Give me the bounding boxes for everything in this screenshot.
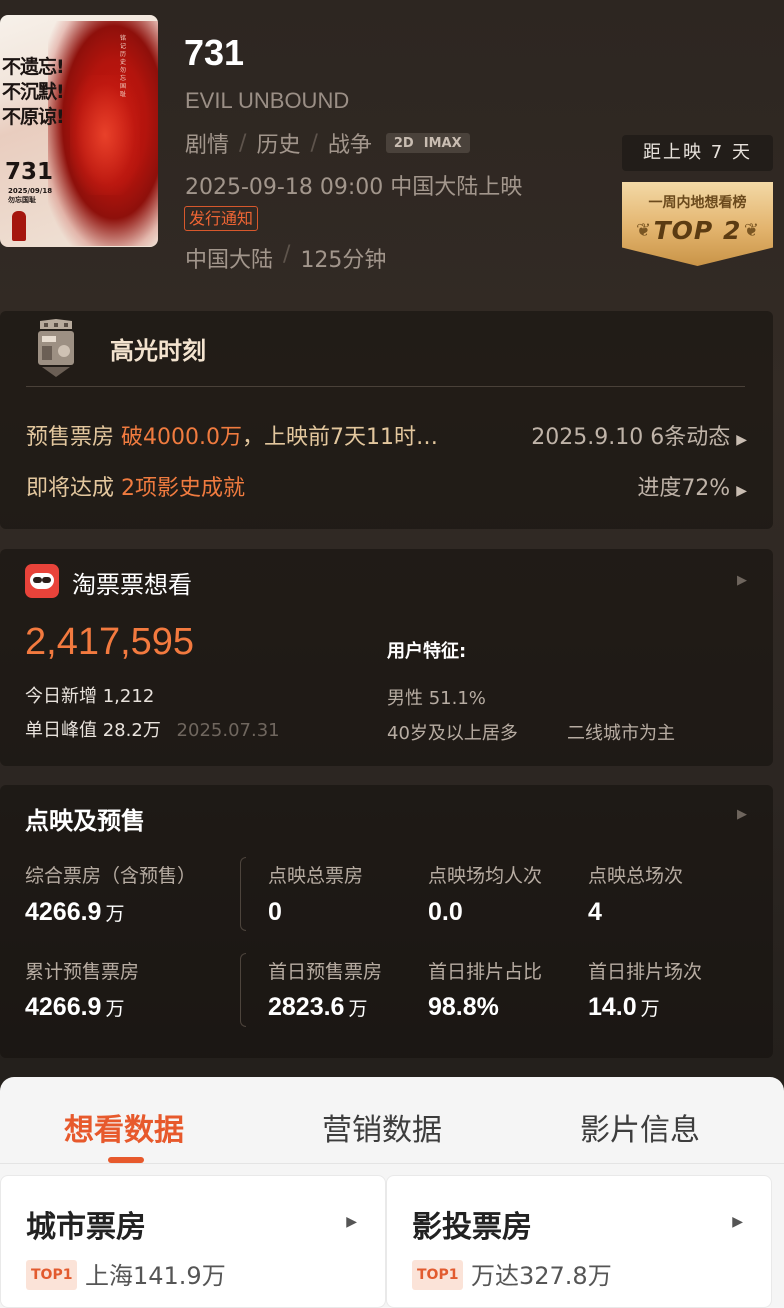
cinema-boxoffice-title: 影投票房: [412, 1210, 532, 1245]
poster-figure: [12, 211, 26, 241]
movie-genres: 剧情 / 历史 / 战争 2D IMAX: [185, 127, 470, 159]
rank-badge[interactable]: 一周内地想看榜 ❦ TOP 2 ❦: [622, 182, 773, 266]
metric-value: 4266.9 万: [25, 898, 125, 926]
metric-label: 综合票房（含预售）: [25, 865, 197, 887]
play-arrow-icon: ▶: [736, 432, 747, 448]
metric-label: 点映总场次: [588, 865, 684, 887]
play-arrow-icon: ▶: [736, 483, 747, 499]
separator: /: [283, 242, 291, 267]
movie-duration: 125分钟: [300, 248, 387, 273]
highlight-value: 2项影史成就: [121, 476, 245, 501]
group-bracket: [240, 857, 246, 931]
trait-age: 40岁及以上居多: [387, 723, 518, 744]
metric-value: 98.8%: [428, 993, 499, 1021]
highlights-title: 高光时刻: [110, 337, 206, 365]
release-countdown: 距上映 7 天: [622, 135, 773, 171]
cinema-boxoffice-value: 万达327.8万: [471, 1262, 612, 1290]
top1-tag: TOP1: [412, 1260, 464, 1290]
presale-title: 点映及预售: [25, 807, 145, 835]
tab-want-data[interactable]: 想看数据: [64, 1105, 184, 1149]
highlight-updates: 2025.9.10 6条动态 ▶: [531, 425, 747, 450]
poster-number: 731: [5, 159, 54, 185]
movie-english-title: EVIL UNBOUND: [185, 88, 350, 113]
film-clapper-icon: [38, 319, 74, 377]
want-count: 2,417,595: [25, 621, 195, 663]
genre-history: 历史: [256, 133, 301, 158]
top1-tag: TOP1: [26, 1260, 78, 1290]
taopiaopiao-logo-icon: [25, 564, 59, 598]
poster-vertical-text: 铭记历史 勿忘国耻: [120, 35, 127, 98]
highlight-progress: 进度72% ▶: [637, 476, 747, 501]
want-to-see-card[interactable]: 淘票票想看 ▶ 2,417,595 今日新增 1,212 单日峰值 28.2万 …: [0, 549, 773, 766]
city-boxoffice-value: 上海141.9万: [85, 1262, 226, 1290]
chevron-right-icon: ▶: [346, 1214, 357, 1230]
poster-date: 2025/09/18 勿忘国耻: [8, 187, 53, 204]
metric-label: 首日排片场次: [588, 961, 703, 983]
want-title: 淘票票想看: [72, 571, 192, 599]
city-boxoffice-card[interactable]: 城市票房 ▶ TOP1 上海141.9万: [0, 1175, 386, 1308]
metric-label: 首日排片占比: [428, 961, 543, 983]
trait-gender: 男性 51.1%: [387, 688, 486, 709]
cinema-boxoffice-card[interactable]: 影投票房 ▶ TOP1 万达327.8万: [386, 1175, 772, 1308]
laurel-right-icon: ❦: [743, 220, 759, 241]
peak-date: 2025.07.31: [176, 720, 280, 741]
highlight-text: ，上映前7天11时…: [241, 425, 438, 450]
group-bracket: [240, 953, 246, 1027]
separator: /: [310, 130, 318, 156]
city-boxoffice-title: 城市票房: [26, 1210, 146, 1245]
metric-value: 14.0 万: [588, 993, 660, 1021]
metric-label: 点映场均人次: [428, 865, 543, 887]
metric-label: 首日预售票房: [268, 961, 383, 983]
user-traits-title: 用户特征:: [387, 641, 467, 662]
movie-region: 中国大陆: [185, 248, 274, 273]
chevron-right-icon: ▶: [732, 1214, 743, 1230]
today-new: 今日新增 1,212: [25, 686, 155, 707]
movie-title: 731: [184, 32, 245, 73]
tab-movie-info[interactable]: 影片信息: [580, 1105, 700, 1149]
highlights-card: 高光时刻 预售票房 破4000.0万，上映前7天11时… 2025.9.10 6…: [0, 311, 773, 529]
tab-marketing-data[interactable]: 营销数据: [322, 1105, 442, 1149]
metric-value: 2823.6 万: [268, 993, 368, 1021]
highlight-row-achievement[interactable]: 即将达成 2项影史成就 进度72% ▶: [26, 470, 747, 502]
divider: [0, 1163, 784, 1164]
metric-value: 0: [268, 898, 282, 926]
genre-drama: 剧情: [185, 133, 230, 158]
metric-value: 4: [588, 898, 602, 926]
metric-value: 0.0: [428, 898, 463, 926]
bottom-sheet: 想看数据 营销数据 影片信息 城市票房 ▶ TOP1 上海141.9万 影投票房…: [0, 1077, 784, 1308]
chevron-right-icon[interactable]: ▶: [737, 573, 747, 588]
highlight-label: 即将达成: [26, 476, 121, 501]
movie-poster[interactable]: 不遗忘! 不沉默! 不原谅! 731 2025/09/18 勿忘国耻 铭记历史 …: [0, 15, 158, 247]
rank-badge-label: 一周内地想看榜: [648, 195, 747, 211]
format-2d: 2D: [393, 135, 414, 151]
metric-label: 累计预售票房: [25, 961, 140, 983]
metric-value: 4266.9 万: [25, 993, 125, 1021]
highlight-value: 破4000.0万: [121, 425, 242, 450]
daily-peak: 单日峰值 28.2万 2025.07.31: [25, 720, 280, 741]
highlight-row-presale[interactable]: 预售票房 破4000.0万，上映前7天11时… 2025.9.10 6条动态 ▶: [26, 419, 747, 451]
presale-card[interactable]: 点映及预售 ▶ 综合票房（含预售） 4266.9 万 点映总票房 0 点映场均人次…: [0, 785, 773, 1058]
divider: [26, 386, 745, 387]
trait-city: 二线城市为主: [567, 723, 675, 744]
genre-war: 战争: [327, 133, 372, 158]
poster-slogan: 不遗忘! 不沉默! 不原谅!: [2, 56, 65, 128]
metric-label: 点映总票房: [268, 865, 364, 887]
chevron-right-icon[interactable]: ▶: [737, 807, 747, 822]
format-imax: IMAX: [423, 135, 462, 151]
release-info: 2025-09-18 09:00 中国大陆上映: [185, 175, 523, 200]
separator: /: [239, 130, 247, 156]
format-badge: 2D IMAX: [385, 133, 470, 153]
release-notice-tag[interactable]: 发行通知: [184, 206, 259, 231]
movie-region-duration: 中国大陆 / 125分钟: [185, 242, 386, 274]
highlight-label: 预售票房: [26, 425, 121, 450]
